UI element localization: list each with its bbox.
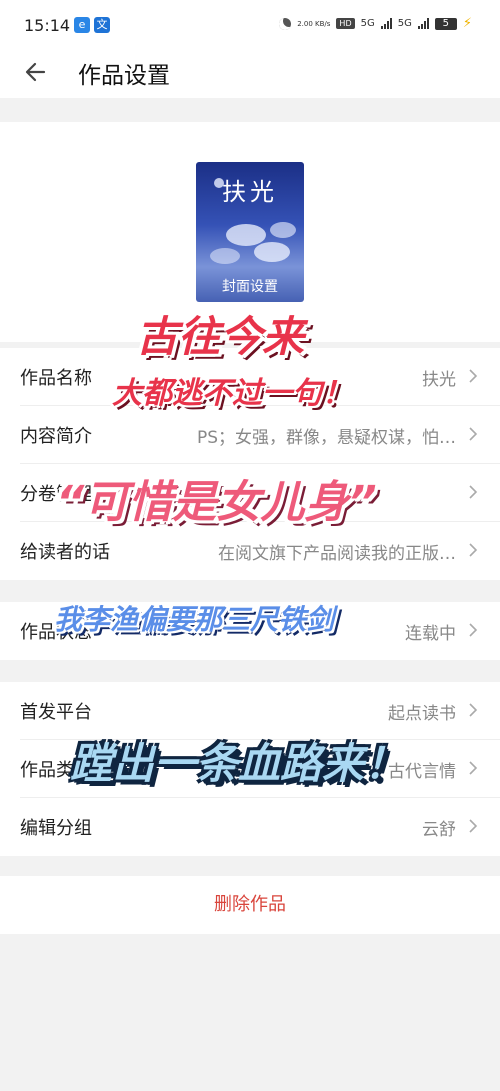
cover-blossom xyxy=(254,242,290,262)
status-right: 2.00 KB/s HD 5G 5G 5 ⚡ xyxy=(279,16,472,31)
delete-work-button[interactable]: 删除作品 xyxy=(0,876,500,934)
row-value: PS；女强，群像，悬疑权谋，怕… xyxy=(196,428,456,448)
cover-settings-button[interactable]: 扶光 封面设置 xyxy=(196,162,304,302)
row-label: 给读者的话 xyxy=(20,542,110,563)
row-value: 起点读书 xyxy=(388,704,456,724)
cover-book-title: 扶光 xyxy=(222,178,278,206)
app-header: 作品设置 xyxy=(0,48,500,98)
row-value: 扶光 xyxy=(422,370,456,390)
cover-blossom xyxy=(210,248,240,264)
hd-voice-icon: HD xyxy=(336,18,355,29)
cover-blossom xyxy=(270,222,296,238)
chevron-right-icon xyxy=(469,369,478,383)
translate-notification-icon: 文 xyxy=(94,17,110,33)
overlay-caption-3: “可惜是女儿身” xyxy=(56,477,377,528)
row-label: 作品名称 xyxy=(20,368,92,389)
signal-icon-2 xyxy=(417,18,429,29)
status-bar: 15:14 e 文 2.00 KB/s HD 5G 5G 5 ⚡ xyxy=(0,0,500,48)
cover-settings-label: 封面设置 xyxy=(222,279,278,295)
app-notification-icon: e xyxy=(74,17,90,33)
row-editor-group[interactable]: 编辑分组 云舒 xyxy=(0,798,500,856)
row-synopsis[interactable]: 内容简介 PS；女强，群像，悬疑权谋，怕… xyxy=(0,406,500,464)
do-not-disturb-icon xyxy=(279,17,292,30)
row-reader-note[interactable]: 给读者的话 在阅文旗下产品阅读我的正版… xyxy=(0,522,500,580)
overlay-caption-1: 古往今来 xyxy=(136,312,305,361)
chevron-right-icon xyxy=(469,427,478,441)
network-type-2: 5G xyxy=(397,18,412,29)
page-title: 作品设置 xyxy=(78,63,170,89)
chevron-right-icon xyxy=(469,761,478,775)
chevron-right-icon xyxy=(469,703,478,717)
network-type-1: 5G xyxy=(360,18,375,29)
battery-icon: 5 xyxy=(434,17,457,30)
row-label: 首发平台 xyxy=(20,702,92,723)
chevron-right-icon xyxy=(469,485,478,499)
overlay-caption-4: 我李渔偏要那三尺铁剑 xyxy=(54,603,335,636)
signal-icon xyxy=(380,18,392,29)
back-arrow-icon[interactable] xyxy=(22,58,50,86)
overlay-caption-2: 大都逃不过一句！ xyxy=(112,376,352,411)
row-value: 在阅文旗下产品阅读我的正版… xyxy=(218,544,456,564)
network-speed: 2.00 KB/s xyxy=(297,19,331,28)
row-value: 云舒 xyxy=(422,820,456,840)
row-label: 内容简介 xyxy=(20,426,92,447)
chevron-right-icon xyxy=(469,623,478,637)
status-time: 15:14 xyxy=(24,16,71,35)
row-value: 连载中 xyxy=(405,624,456,644)
chevron-right-icon xyxy=(469,819,478,833)
overlay-caption-5: 蹚出一条血路来！ xyxy=(70,739,407,788)
chevron-right-icon xyxy=(469,543,478,557)
row-label: 编辑分组 xyxy=(20,818,92,839)
charging-icon: ⚡ xyxy=(462,16,472,31)
cover-blossom xyxy=(226,224,266,246)
